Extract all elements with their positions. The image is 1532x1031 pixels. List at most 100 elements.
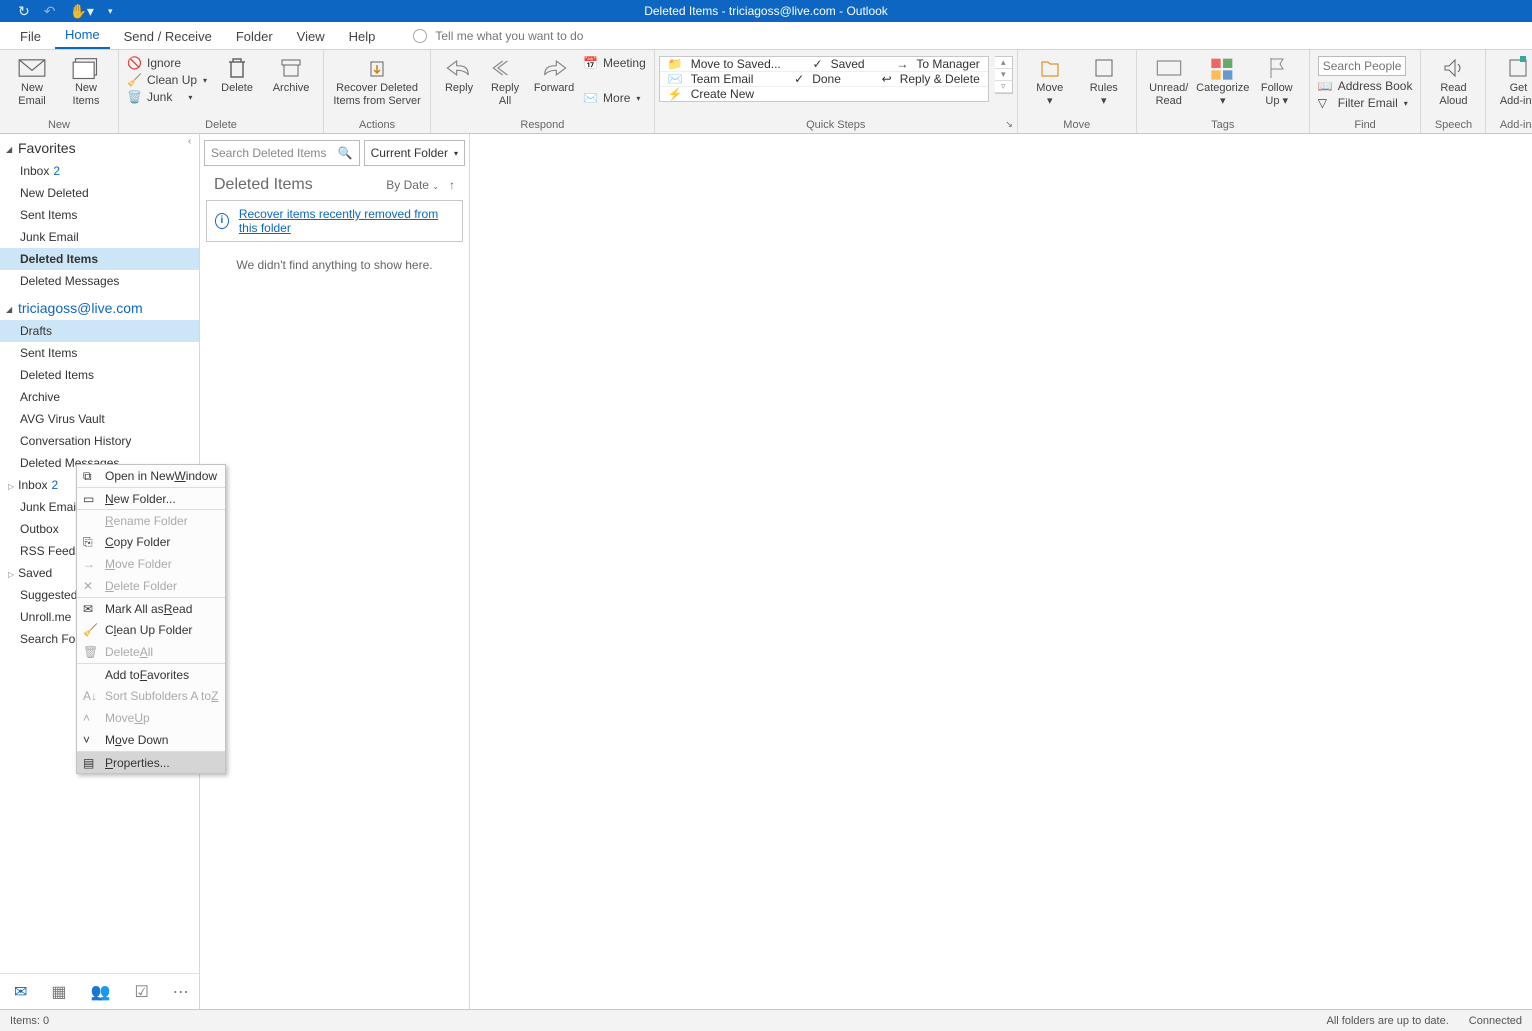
tree-conversation-history[interactable]: Conversation History (0, 430, 199, 452)
group-addins: Get Add-ins Add-ins (1486, 50, 1532, 133)
ctx-clean-up-folder[interactable]: 🧹Clean Up Folder (77, 619, 225, 641)
folder-title: Deleted Items (214, 176, 313, 194)
reply-all-button[interactable]: Reply All (485, 54, 525, 107)
move-button[interactable]: Move▾ (1026, 54, 1074, 107)
group-find-label: Find (1318, 117, 1413, 133)
collapse-pane-icon[interactable]: ‹ (188, 136, 191, 147)
tree-deleted-items[interactable]: Deleted Items (0, 364, 199, 386)
people-icon[interactable]: 👥 (91, 982, 111, 1002)
followup-button[interactable]: Follow Up ▾ (1253, 54, 1301, 107)
down-icon: ˅ (83, 733, 97, 747)
recover-items-bar[interactable]: i Recover items recently removed from th… (206, 200, 463, 242)
fav-new-deleted[interactable]: New Deleted (0, 182, 199, 204)
ctx-add-to-favorites[interactable]: Add to Favorites (77, 663, 225, 685)
filter-email-button[interactable]: ▽Filter Email▾ (1318, 96, 1413, 110)
ribbon-tabs: File Home Send / Receive Folder View Hel… (0, 22, 1532, 50)
qat-dropdown-icon[interactable]: ▾ (108, 6, 113, 17)
touch-mode-icon[interactable]: ✋▾ (69, 3, 93, 20)
status-connected: Connected (1469, 1015, 1522, 1027)
group-tags-label: Tags (1145, 117, 1301, 133)
fav-deleted-messages[interactable]: Deleted Messages (0, 270, 199, 292)
group-new: New Email New Items New (0, 50, 119, 133)
ignore-button[interactable]: 🚫Ignore (127, 56, 207, 70)
reply-button[interactable]: Reply (439, 54, 479, 95)
cleanup-button[interactable]: 🧹Clean Up▾ (127, 73, 207, 87)
ctx-move-folder: →Move Folder (77, 553, 225, 575)
sort-ascending-icon[interactable]: ↑ (449, 178, 455, 192)
search-icon: 🔍 (338, 146, 353, 160)
new-items-button[interactable]: New Items (62, 54, 110, 107)
fav-inbox[interactable]: Inbox2 (0, 160, 199, 182)
ctx-sort-subfolders-a-to-z: A↓Sort Subfolders A to Z (77, 685, 225, 707)
archive-button[interactable]: Archive (267, 54, 315, 95)
meeting-button[interactable]: 📅Meeting (583, 56, 646, 70)
quicksteps-scroll[interactable]: ▴▾▿ (995, 56, 1013, 94)
empty-message: We didn't find anything to show here. (204, 258, 465, 272)
search-scope-dropdown[interactable]: Current Folder▾ (364, 140, 465, 166)
get-addins-button[interactable]: Get Add-ins (1494, 54, 1532, 107)
calendar-icon[interactable]: ▦ (51, 982, 66, 1002)
tell-me-text: Tell me what you want to do (435, 29, 583, 43)
tree-sent-items[interactable]: Sent Items (0, 342, 199, 364)
undo-icon[interactable]: ↶ (44, 3, 56, 20)
sync-icon[interactable]: ↻ (18, 3, 30, 20)
more-respond-button[interactable]: ✉️More▾ (583, 91, 646, 105)
group-speech-label: Speech (1429, 117, 1477, 133)
group-new-label: New (8, 117, 110, 133)
ctx-properties-[interactable]: ▤Properties... (77, 751, 225, 773)
address-book-button[interactable]: 📖Address Book (1318, 79, 1413, 93)
nav-bar: ✉ ▦ 👥 ☑ ⋯ (0, 973, 199, 1009)
sort-button[interactable]: By Date ⌄ (386, 178, 439, 192)
fav-sent-items[interactable]: Sent Items (0, 204, 199, 226)
tell-me[interactable]: Tell me what you want to do (413, 23, 583, 49)
tasks-icon[interactable]: ☑ (134, 982, 148, 1002)
group-tags: Unread/ Read Categorize▾ Follow Up ▾ Tag… (1137, 50, 1310, 133)
new-email-button[interactable]: New Email (8, 54, 56, 107)
junk-button[interactable]: 🗑️Junk▾ (127, 90, 207, 104)
forward-button[interactable]: Forward (531, 54, 577, 95)
quicksteps-panel[interactable]: 📁Move to Saved...✓Saved→To Manager ✉️Tea… (659, 56, 989, 102)
ctx-new-folder-[interactable]: ▭New Folder... (77, 487, 225, 509)
more-nav-icon[interactable]: ⋯ (173, 982, 189, 1002)
group-find: 📖Address Book ▽Filter Email▾ Find (1310, 50, 1422, 133)
ctx-mark-all-as-read[interactable]: ✉Mark All as Read (77, 597, 225, 619)
quicksteps-launcher-icon[interactable]: ↘ (1005, 119, 1013, 130)
search-folder-input[interactable]: Search Deleted Items🔍 (204, 140, 360, 166)
group-addins-label: Add-ins (1494, 117, 1532, 133)
move-icon: → (83, 557, 97, 571)
tab-home[interactable]: Home (55, 21, 110, 49)
recover-deleted-button[interactable]: Recover Deleted Items from Server (332, 54, 422, 107)
tree-avg-virus-vault[interactable]: AVG Virus Vault (0, 408, 199, 430)
delete-button[interactable]: Delete (213, 54, 261, 95)
unread-read-button[interactable]: Unread/ Read (1145, 54, 1193, 107)
window-title: Deleted Items - triciagoss@live.com - Ou… (644, 4, 888, 18)
group-speech: Read Aloud Speech (1421, 50, 1486, 133)
account-header[interactable]: triciagoss@live.com (0, 292, 199, 320)
rules-button[interactable]: Rules▾ (1080, 54, 1128, 107)
fav-junk-email[interactable]: Junk Email (0, 226, 199, 248)
folder-icon: ▭ (83, 492, 97, 506)
tab-folder[interactable]: Folder (226, 23, 283, 49)
favorites-header[interactable]: Favorites (0, 134, 199, 160)
status-sync: All folders are up to date. (1326, 1015, 1448, 1027)
sort-icon: A↓ (83, 689, 97, 703)
search-people-input[interactable] (1318, 56, 1406, 76)
tab-help[interactable]: Help (339, 23, 386, 49)
workspace: Favorites Inbox2New DeletedSent ItemsJun… (0, 134, 1532, 1009)
recover-link[interactable]: Recover items recently removed from this… (239, 207, 454, 235)
tab-file[interactable]: File (10, 23, 51, 49)
ctx-rename-folder: Rename Folder (77, 509, 225, 531)
ctx-move-down[interactable]: ˅Move Down (77, 729, 225, 751)
read-aloud-button[interactable]: Read Aloud (1429, 54, 1477, 107)
categorize-button[interactable]: Categorize▾ (1199, 54, 1247, 107)
fav-deleted-items[interactable]: Deleted Items (0, 248, 199, 270)
tree-archive[interactable]: Archive (0, 386, 199, 408)
status-bar: Items: 0 All folders are up to date. Con… (0, 1009, 1532, 1031)
mail-icon[interactable]: ✉ (14, 982, 27, 1002)
tab-view[interactable]: View (287, 23, 335, 49)
tab-send-receive[interactable]: Send / Receive (114, 23, 222, 49)
tree-drafts[interactable]: Drafts (0, 320, 199, 342)
ctx-open-in-new-window[interactable]: ⧉Open in New Window (77, 465, 225, 487)
group-delete-label: Delete (127, 117, 315, 133)
ctx-copy-folder[interactable]: ⎘Copy Folder (77, 531, 225, 553)
